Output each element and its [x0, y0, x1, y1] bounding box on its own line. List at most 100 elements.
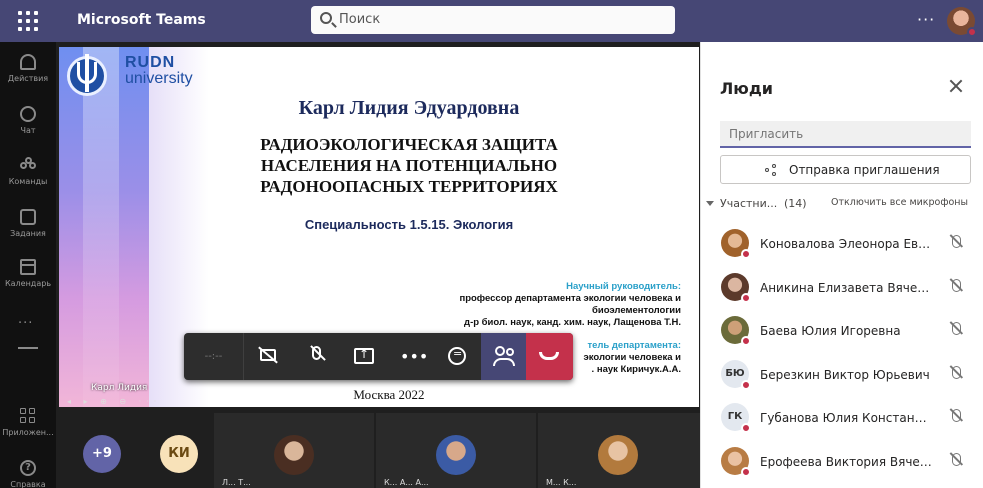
meeting-stage: RUDN university Карл Лидия Эдуардовна РА…: [56, 42, 700, 488]
show-participants-button[interactable]: [481, 333, 528, 380]
participant-row[interactable]: Аникина Елизавета Вячесл...: [701, 267, 983, 311]
share-icon: [765, 164, 777, 176]
status-badge: [741, 336, 751, 347]
head-line: . наук Киричук.А.А.: [591, 364, 681, 375]
status-badge: [741, 292, 751, 303]
participant-count: (14): [784, 197, 807, 210]
slide-title-line: РАДИОЭКОЛОГИЧЕСКАЯ ЗАЩИТА: [260, 135, 558, 154]
participant-avatar: [721, 229, 751, 259]
leave-call-button[interactable]: [526, 333, 573, 380]
status-badge: [741, 379, 751, 390]
rail-divider: [18, 347, 38, 349]
top-bar: Microsoft Teams Поиск ···: [0, 0, 983, 42]
slide-title-line: РАДОНООПАСНЫХ ТЕРРИТОРИЯХ: [260, 177, 558, 196]
mic-off-icon: [952, 365, 961, 379]
search-box[interactable]: Поиск: [311, 6, 675, 34]
supervisor-line: профессор департамента экологии человека…: [459, 293, 681, 304]
mute-all-link[interactable]: Отключить все микрофоны: [831, 197, 968, 208]
rail-item-help[interactable]: ? Справка: [0, 456, 56, 488]
tile-overflow[interactable]: +9 КИ: [60, 413, 210, 488]
rail-item-label: Справка: [10, 480, 46, 488]
invite-input[interactable]: [720, 121, 971, 148]
rail-item-teams[interactable]: Команды: [0, 153, 56, 201]
participant-avatar: [721, 447, 751, 477]
rail-item-label: Приложен...: [2, 428, 54, 437]
camera-toggle-button[interactable]: [246, 333, 293, 380]
rail-item-assignments[interactable]: Задания: [0, 205, 56, 253]
people-pane: Люди Отправка приглашения Участни... (14…: [700, 42, 983, 488]
bell-icon: [20, 54, 36, 70]
rail-item-chat[interactable]: Чат: [0, 102, 56, 150]
participant-name: Коновалова Элеонора Евге...: [760, 237, 932, 251]
participants-section-header[interactable]: Участни... (14) Отключить все микрофоны: [706, 197, 976, 213]
section-label: Участни...: [720, 197, 778, 210]
more-apps-icon[interactable]: ...: [18, 312, 33, 327]
rail-item-label: Чат: [20, 126, 36, 135]
status-badge: [741, 423, 751, 434]
participant-row[interactable]: Коновалова Элеонора Евге...: [701, 223, 983, 267]
head-line: экологии человека и: [583, 352, 681, 363]
close-icon[interactable]: [949, 79, 963, 93]
tile-participant-name: Л... Т...: [222, 478, 251, 487]
rail-item-apps[interactable]: Приложен...: [0, 404, 56, 452]
call-controls: --:-- •••: [184, 333, 573, 380]
help-icon: ?: [20, 460, 36, 476]
share-invite-label: Отправка приглашения: [789, 163, 940, 177]
participant-row[interactable]: Баева Юлия Игоревна: [701, 310, 983, 354]
participants-icon: [495, 346, 505, 356]
apps-icon: [20, 408, 36, 424]
participant-avatar: [721, 272, 751, 303]
participant-name: Баева Юлия Игоревна: [760, 324, 901, 339]
head-label: тель департамента:: [587, 340, 681, 351]
brand-subtitle: university: [125, 70, 193, 87]
more-actions-button[interactable]: •••: [387, 333, 434, 380]
teams-window: Microsoft Teams Поиск ··· Действия Чат К…: [0, 0, 983, 488]
camera-off-icon: [260, 349, 276, 361]
search-icon: [320, 12, 332, 24]
participant-tiles: +9 КИ Л... Т... К... А... А... М... К...: [56, 413, 700, 488]
participant-name: Ерофеева Виктория Вячесл...: [760, 455, 932, 469]
slide-author: Карл Лидия Эдуардовна: [298, 97, 520, 119]
participant-row[interactable]: ГК Губанова Юлия Константи...: [701, 397, 983, 441]
share-screen-button[interactable]: [340, 333, 387, 380]
status-badge: [967, 27, 977, 37]
status-badge: [741, 467, 751, 477]
video-tile[interactable]: М... К...: [538, 413, 700, 488]
participant-photo: [274, 435, 314, 475]
participant-row[interactable]: Ерофеева Виктория Вячесл...: [701, 441, 983, 485]
supervisor-label: Научный руководитель:: [566, 281, 681, 292]
slide-title-line: НАСЕЛЕНИЯ НА ПОТЕНЦИАЛЬНО: [260, 156, 558, 175]
rail-item-label: Календарь: [4, 279, 52, 288]
calendar-icon: [20, 259, 36, 275]
presenter-name: Карл Лидия: [91, 383, 148, 393]
supervisor-line: биоэлементологии: [592, 305, 681, 316]
pane-title: Люди: [720, 79, 773, 98]
slide-title: РАДИОЭКОЛОГИЧЕСКАЯ ЗАЩИТА НАСЕЛЕНИЯ НА П…: [209, 134, 609, 197]
overflow-count[interactable]: +9: [83, 435, 121, 473]
rail-item-activity[interactable]: Действия: [0, 50, 56, 98]
app-rail: Действия Чат Команды Задания Календарь .…: [0, 42, 56, 488]
app-launcher-icon[interactable]: [18, 11, 38, 31]
mic-off-icon: [312, 346, 321, 360]
slide-specialty: Специальность 1.5.15. Экология: [304, 217, 514, 232]
video-tile[interactable]: Л... Т...: [214, 413, 374, 488]
participant-row[interactable]: БЮ Березкин Виктор Юрьевич: [701, 354, 983, 398]
mic-off-icon: [952, 409, 961, 423]
share-invite-button[interactable]: Отправка приглашения: [720, 155, 971, 184]
mic-off-icon: [952, 278, 961, 292]
mic-toggle-button[interactable]: [293, 333, 340, 380]
participant-name: Аникина Елизавета Вячесл...: [760, 280, 932, 295]
rail-item-calendar[interactable]: Календарь: [0, 255, 56, 303]
tile-participant-name: М... К...: [546, 478, 577, 487]
meeting-chat-button[interactable]: [434, 333, 481, 380]
video-tile[interactable]: К... А... А...: [376, 413, 536, 488]
profile-avatar[interactable]: [947, 7, 977, 37]
slide-nav-icons[interactable]: ◂ ▸ ⊕ ⊖ ···: [67, 397, 161, 406]
mic-off-icon: [952, 322, 961, 336]
participant-avatar: БЮ: [721, 359, 751, 390]
more-icon: •••: [400, 347, 429, 366]
more-options-icon[interactable]: ···: [917, 10, 935, 29]
chat-icon: [20, 106, 36, 122]
participant-photo: [598, 435, 638, 475]
teams-icon: [20, 157, 36, 173]
